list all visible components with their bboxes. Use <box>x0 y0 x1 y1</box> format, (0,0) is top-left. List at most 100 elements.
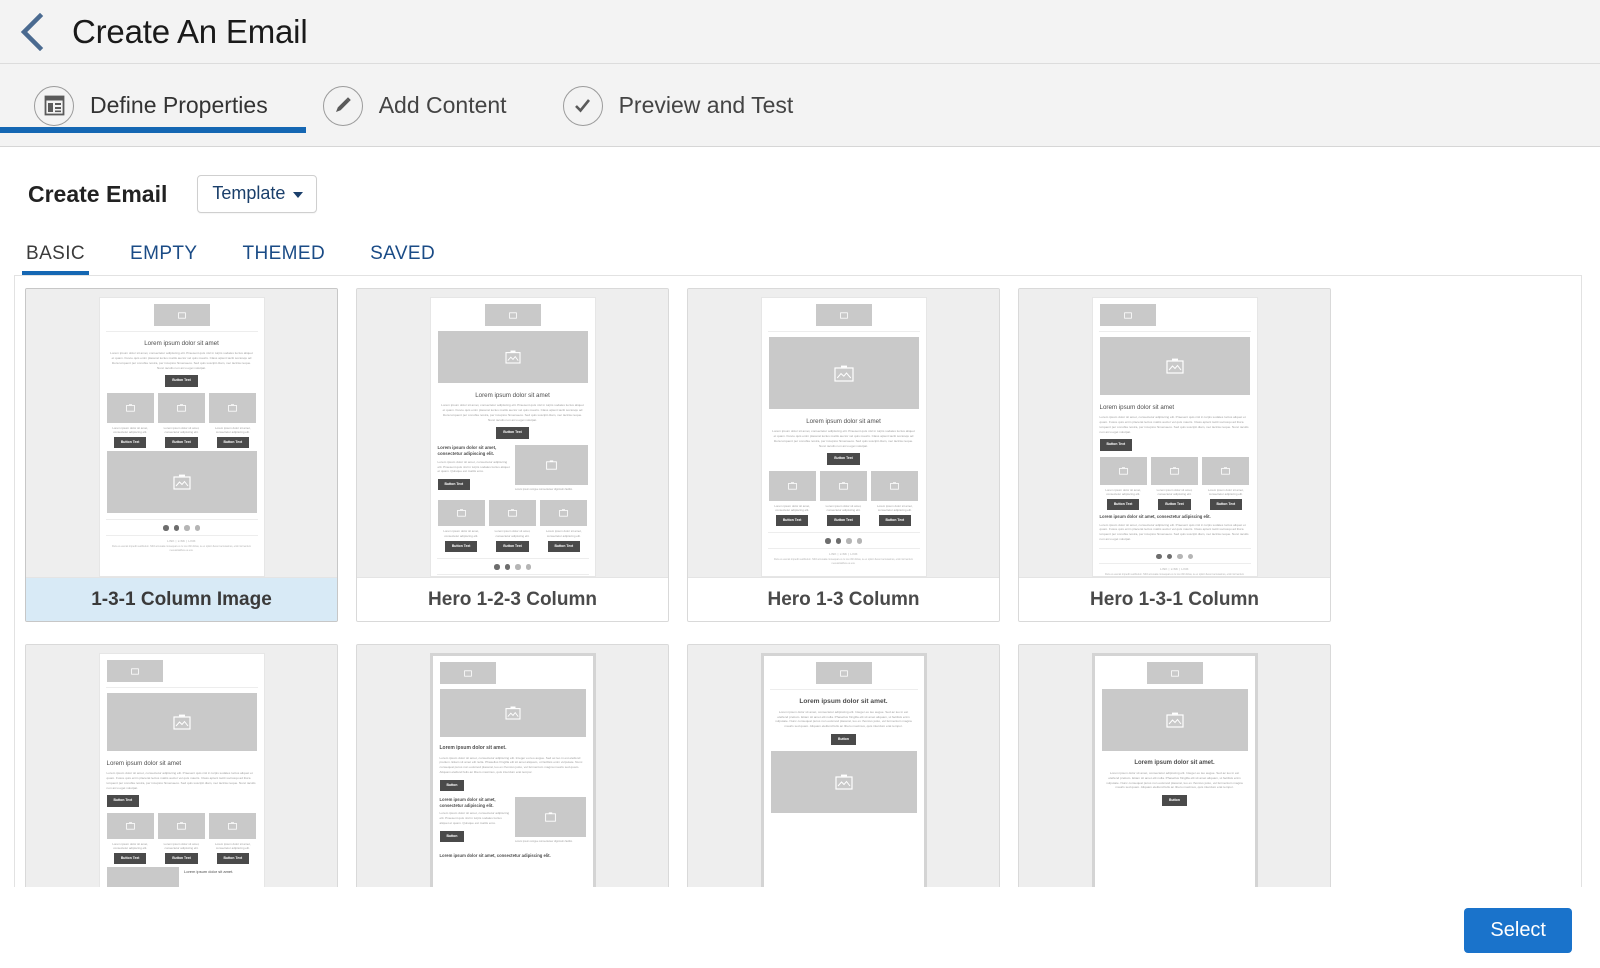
mock-footer-links: LINK | LINK | LINK <box>437 574 589 577</box>
logo-placeholder <box>485 304 541 326</box>
template-thumbnail: Lorem ipsum dolor sit amet Lorem ipsum d… <box>26 289 337 577</box>
image-placeholder-icon <box>540 500 587 526</box>
mock-heading: Lorem ipsum dolor sit amet <box>100 337 264 351</box>
mock-body: Lorem ipsum dolor sit amet, consectetur … <box>431 403 595 425</box>
template-card-hero-1-3-1-column[interactable]: Lorem ipsum dolor sit amet Lorem ipsum d… <box>1018 288 1331 622</box>
mock-fine-print: Duis ex eveniet impedit vestibulum. Nihi… <box>100 543 264 557</box>
tab-empty[interactable]: EMPTY <box>130 243 197 275</box>
select-button[interactable]: Select <box>1464 908 1572 953</box>
template-gallery-panel[interactable]: Lorem ipsum dolor sit amet Lorem ipsum d… <box>14 275 1582 887</box>
wizard-step-label: Add Content <box>379 92 507 119</box>
email-mock: Lorem ipsum dolor sit amet. Lorem ipsum … <box>761 653 927 887</box>
mock-body: Lorem ipsum dolor sit amet, consectetur … <box>764 710 924 732</box>
mock-column-text: Lorem ipsum dolor sit amet, consectetur … <box>871 504 918 513</box>
mock-column-text: Lorem ipsum dolor sit amet, consectetur … <box>1100 488 1147 497</box>
image-placeholder-icon <box>107 693 257 751</box>
email-mock: Lorem ipsum dolor sit amet. Lorem ipsum … <box>430 653 596 887</box>
template-thumbnail: Lorem ipsum dolor sit amet Lorem ipsum d… <box>26 645 337 887</box>
email-mock: Lorem ipsum dolor sit amet Lorem ipsum d… <box>99 297 265 577</box>
googleplus-icon <box>1188 554 1194 560</box>
mock-body: Lorem ipsum dolor sit amet, consectetur … <box>1093 523 1257 545</box>
mock-column-text: Lorem ipsum dolor sit amet, consectetur … <box>438 529 485 538</box>
mock-button: Button Text <box>114 853 147 864</box>
image-placeholder-icon <box>107 451 257 513</box>
image-placeholder-icon <box>1151 457 1198 485</box>
email-mock: Lorem ipsum dolor sit amet. Lorem ipsum … <box>1092 653 1258 887</box>
mock-button: Button Text <box>165 853 198 864</box>
logo-placeholder <box>154 304 210 326</box>
twitter-icon <box>1167 554 1173 560</box>
template-card-row2-1[interactable]: Lorem ipsum dolor sit amet Lorem ipsum d… <box>25 644 338 887</box>
tab-themed[interactable]: THEMED <box>242 243 325 275</box>
template-card-label: 1-3-1 Column Image <box>26 577 337 621</box>
image-placeholder-icon <box>1100 457 1147 485</box>
mock-heading: Lorem ipsum dolor sit amet <box>100 757 264 771</box>
email-mock: Lorem ipsum dolor sit amet Lorem ipsum d… <box>430 297 596 577</box>
mock-heading: Lorem ipsum dolor sit amet <box>762 415 926 429</box>
mock-caption: Lorem ipsum congue consectetuer dignissi… <box>515 840 586 844</box>
mock-fine-print: Duis ex eveniet impedit vestibulum. Nihi… <box>1093 571 1257 577</box>
mock-button: Button Text <box>217 853 250 864</box>
mock-column-text: Lorem ipsum dolor sit amet, consectetur … <box>1151 488 1198 497</box>
template-card-row2-3[interactable]: Lorem ipsum dolor sit amet. Lorem ipsum … <box>687 644 1000 887</box>
mock-button: Button Text <box>776 515 809 526</box>
chevron-left-icon <box>19 13 45 51</box>
page-header: Create An Email <box>0 0 1600 64</box>
tab-saved[interactable]: SAVED <box>370 243 435 275</box>
mock-button: Button <box>440 831 465 842</box>
tab-basic[interactable]: BASIC <box>26 243 85 275</box>
page-title: Create An Email <box>72 13 307 51</box>
facebook-icon <box>494 564 500 570</box>
mock-button: Button Text <box>827 453 860 464</box>
template-card-row2-2[interactable]: Lorem ipsum dolor sit amet. Lorem ipsum … <box>356 644 669 887</box>
mock-button: Button Text <box>1158 499 1191 510</box>
mock-button: Button Text <box>165 375 198 386</box>
image-placeholder-icon <box>440 689 586 737</box>
image-placeholder-icon <box>820 471 867 501</box>
email-mock: Lorem ipsum dolor sit amet Lorem ipsum d… <box>761 297 927 577</box>
pencil-icon <box>323 86 363 126</box>
template-card-row2-4[interactable]: Lorem ipsum dolor sit amet. Lorem ipsum … <box>1018 644 1331 887</box>
template-card-label: Hero 1-2-3 Column <box>357 577 668 621</box>
template-dropdown[interactable]: Template <box>197 175 317 213</box>
image-placeholder-icon <box>871 471 918 501</box>
wizard-step-preview-and-test[interactable]: Preview and Test <box>563 78 814 133</box>
image-placeholder-icon <box>1202 457 1249 485</box>
mock-body: Lorem ipsum dolor sit amet, consectetur … <box>100 771 264 793</box>
mock-button: Button Text <box>548 541 581 552</box>
wizard-step-add-content[interactable]: Add Content <box>323 78 527 133</box>
back-button[interactable] <box>10 10 54 54</box>
mock-heading: Lorem ipsum dolor sit amet. <box>764 695 924 710</box>
image-placeholder-icon <box>489 500 536 526</box>
mock-column-text: Lorem ipsum dolor sit amet, consectetur … <box>769 504 816 513</box>
template-thumbnail: Lorem ipsum dolor sit amet. Lorem ipsum … <box>688 645 999 887</box>
mock-column-text: Lorem ipsum dolor sit amet, consectetur … <box>540 529 587 538</box>
mock-heading: Lorem ipsum dolor sit amet, consectetur … <box>440 797 511 812</box>
mock-heading: Lorem ipsum dolor sit amet <box>431 389 595 403</box>
mock-column-text: Lorem ipsum dolor sit amet, consectetur … <box>489 529 536 538</box>
template-card-hero-1-2-3-column[interactable]: Lorem ipsum dolor sit amet Lorem ipsum d… <box>356 288 669 622</box>
mock-column-text: Lorem ipsum dolor sit amet, consectetur … <box>820 504 867 513</box>
mock-caption: Lorem ipsum congue consectetuer dignissi… <box>515 488 588 492</box>
email-mock: Lorem ipsum dolor sit amet Lorem ipsum d… <box>99 653 265 887</box>
googleplus-icon <box>526 564 532 570</box>
chevron-down-icon <box>293 192 303 198</box>
mock-column-text: Lorem ipsum dolor sit amet, consectetur … <box>209 426 256 435</box>
logo-placeholder <box>440 662 496 684</box>
mock-column-text: Lorem ipsum dolor sit amet, consectetur … <box>1202 488 1249 497</box>
image-placeholder-icon <box>1100 337 1250 395</box>
mock-body: Lorem ipsum dolor sit amet, consectetur … <box>438 460 511 477</box>
wizard-step-define-properties[interactable]: Define Properties <box>34 78 288 133</box>
template-card-hero-1-3-column[interactable]: Lorem ipsum dolor sit amet Lorem ipsum d… <box>687 288 1000 622</box>
mock-column-text: Lorem ipsum dolor sit amet, consectetur … <box>107 426 154 435</box>
layout-icon <box>34 86 74 126</box>
image-placeholder-icon <box>515 797 586 837</box>
template-card-1-3-1-column-image[interactable]: Lorem ipsum dolor sit amet Lorem ipsum d… <box>25 288 338 622</box>
mock-button: Button <box>831 734 856 745</box>
mock-heading: Lorem ipsum dolor sit amet, consectetur … <box>438 445 511 460</box>
check-circle-icon <box>563 86 603 126</box>
image-placeholder-icon <box>209 393 256 423</box>
section-title: Create Email <box>28 181 167 208</box>
mock-footer-links: LINK | LINK | LINK <box>106 535 258 543</box>
template-thumbnail: Lorem ipsum dolor sit amet. Lorem ipsum … <box>1019 645 1330 887</box>
